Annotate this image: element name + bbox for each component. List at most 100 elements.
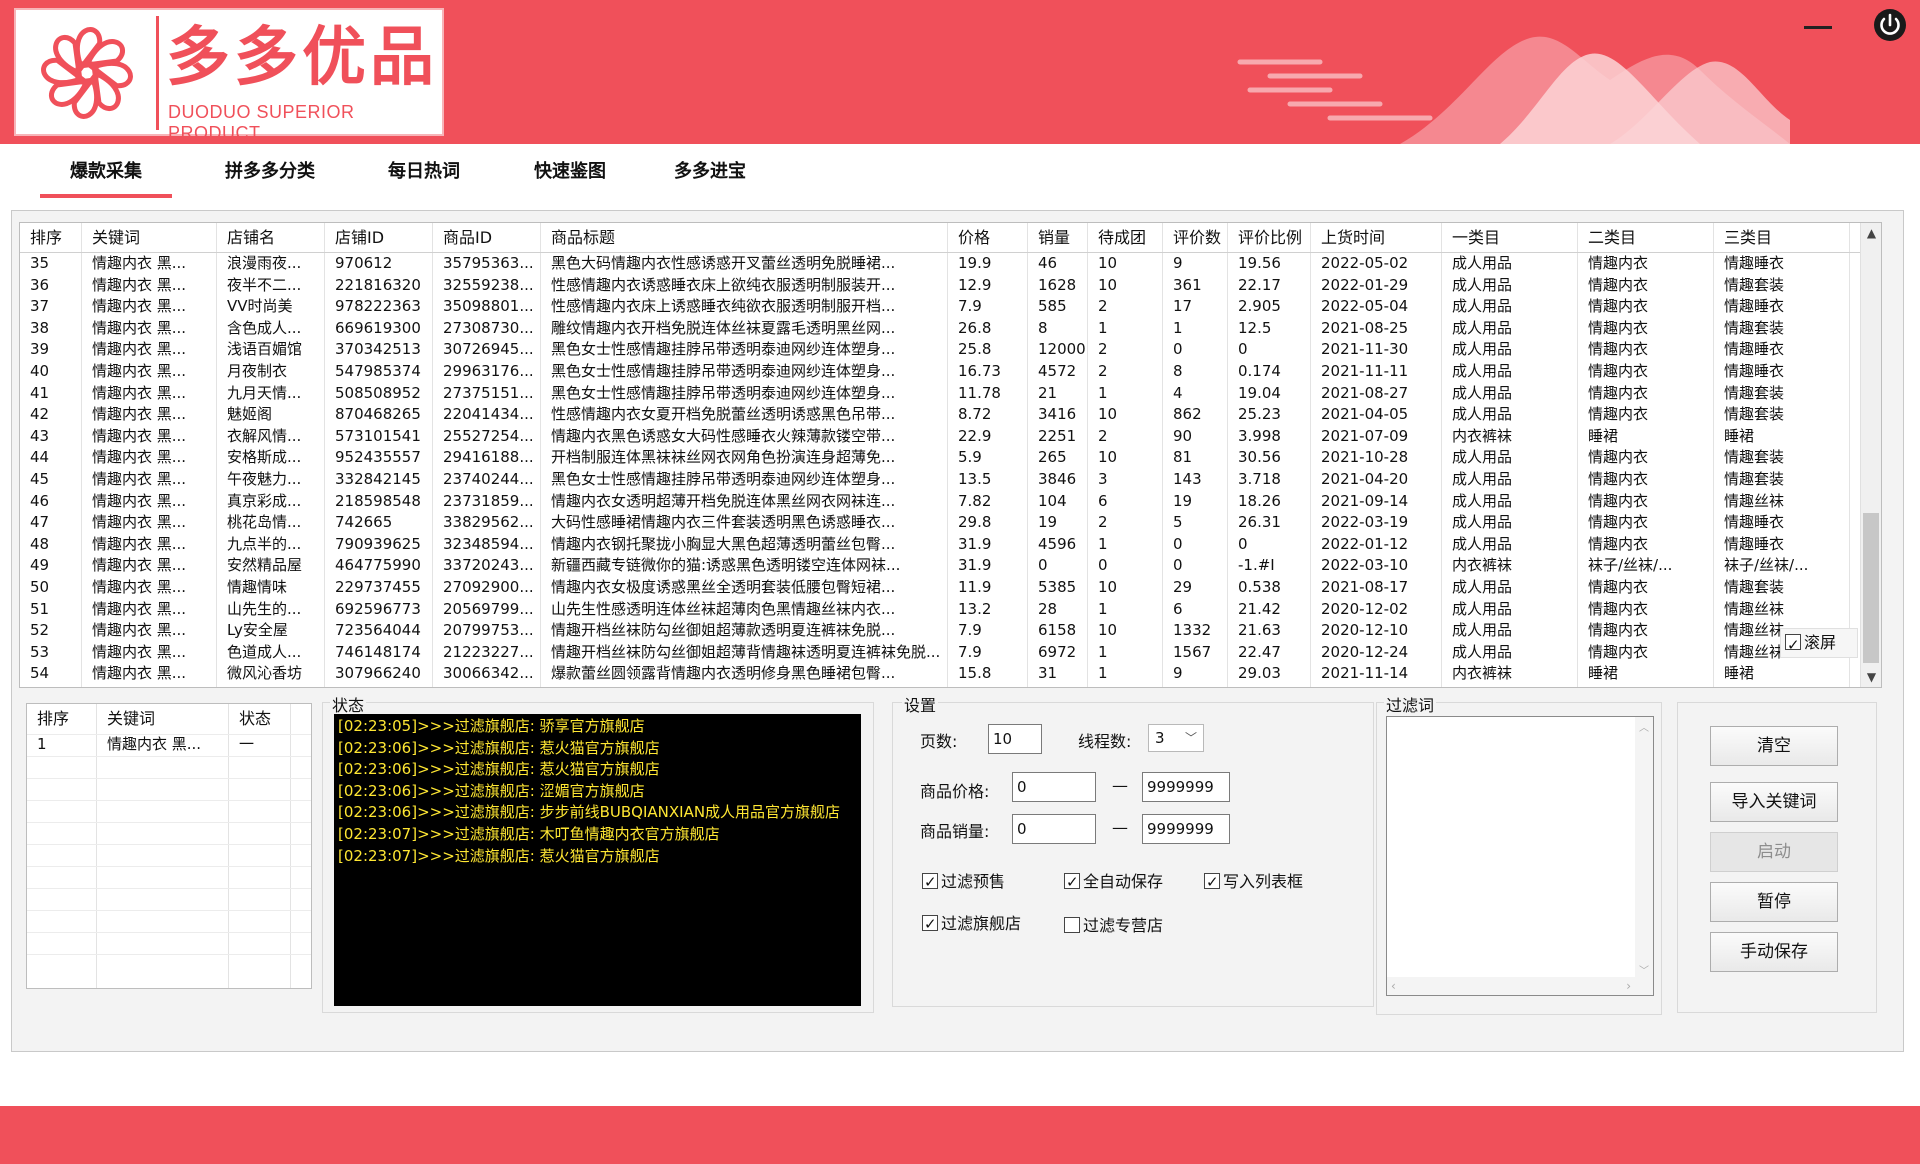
cell-pending-group: 10 xyxy=(1098,275,1118,294)
tab-duoduo-jinbao[interactable]: 多多进宝 xyxy=(650,150,770,198)
cell-review-ratio: 29.03 xyxy=(1238,664,1281,683)
minimize-button[interactable] xyxy=(1800,14,1836,38)
col-header-shop-id[interactable]: 店铺ID xyxy=(325,223,433,253)
threads-select[interactable]: 3 ﹀ xyxy=(1148,724,1204,752)
cell-pending-group: 1 xyxy=(1098,534,1108,553)
table-row[interactable]: 35 情趣内衣 黑... 浪漫雨夜... 970612 35795363... 黑色大码情… xyxy=(20,253,1860,275)
table-row[interactable]: 45 情趣内衣 黑... 午夜魅力... 332842145 23740244... 黑色… xyxy=(20,469,1860,491)
log-line: [02:23:06]>>>过滤旗舰店: 惹火猫官方旗舰店 xyxy=(338,760,660,779)
filter-flagship-checkbox[interactable]: 过滤旗舰店 xyxy=(922,912,1021,936)
cell-product-title: 开档制服连体黑袜袜丝网衣网角色扮演连身超薄免... xyxy=(551,448,896,467)
col-header-sales[interactable]: 销量 xyxy=(1028,223,1088,253)
cell-product-id: 27308730... xyxy=(443,318,534,337)
table-row[interactable]: 47 情趣内衣 黑... 桃花岛情... 742665 33829562... 大码性感睡… xyxy=(20,512,1860,534)
auto-save-checkbox[interactable]: 全自动保存 xyxy=(1064,870,1163,894)
col-header-review-count[interactable]: 评价数 xyxy=(1163,223,1228,253)
table-row[interactable]: 48 情趣内衣 黑... 九点半的... 790939625 32348594... 情趣… xyxy=(20,534,1860,556)
sales-max-input[interactable]: 9999999 xyxy=(1142,814,1230,844)
col-header-category-3[interactable]: 三类目 xyxy=(1714,223,1850,253)
scroll-down-icon[interactable]: ﹀ xyxy=(1635,962,1653,977)
filter-group-label: 过滤词 xyxy=(1384,692,1437,716)
price-min-input[interactable]: 0 xyxy=(1012,772,1096,802)
table-row[interactable]: 49 情趣内衣 黑... 安然精品屋 464775990 33720243... 新疆西藏… xyxy=(20,555,1860,577)
keyword-col-index[interactable]: 排序 xyxy=(27,704,97,734)
pause-button[interactable]: 暂停 xyxy=(1710,882,1838,922)
filter-hscroll[interactable]: ‹ › xyxy=(1387,977,1653,995)
col-header-price[interactable]: 价格 xyxy=(948,223,1028,253)
results-scrollbar[interactable]: ▲ ▼ xyxy=(1860,223,1881,687)
logo: 多多优品 DUODUO SUPERIOR PRODUCT xyxy=(14,8,444,143)
scroll-up-icon[interactable]: ▲ xyxy=(1861,223,1881,243)
cell-keyword: 情趣内衣 黑... xyxy=(92,513,187,532)
table-row[interactable]: 43 情趣内衣 黑... 衣解风情... 573101541 25527254... 情趣… xyxy=(20,426,1860,448)
filter-vscroll[interactable]: ︿ ﹀ xyxy=(1635,717,1653,979)
cell-pending-group: 1 xyxy=(1098,642,1108,661)
clear-button[interactable]: 清空 xyxy=(1710,726,1838,766)
tab-pdd-category[interactable]: 拼多多分类 xyxy=(200,150,340,198)
write-list-checkbox[interactable]: 写入列表框 xyxy=(1204,870,1303,894)
tab-hot-collect[interactable]: 爆款采集 xyxy=(40,150,172,198)
col-header-listing-time[interactable]: 上货时间 xyxy=(1311,223,1442,253)
cell-index: 51 xyxy=(30,599,50,618)
table-row[interactable]: 42 情趣内衣 黑... 魅姬阁 870468265 22041434... 性感情趣内衣… xyxy=(20,404,1860,426)
table-row[interactable]: 40 情趣内衣 黑... 月夜制衣 547985374 29963176... 黑色女士性… xyxy=(20,361,1860,383)
table-row[interactable]: 36 情趣内衣 黑... 夜半不二... 221816320 32559238... 性感… xyxy=(20,275,1860,297)
start-button[interactable]: 启动 xyxy=(1710,832,1838,872)
tab-quick-image-check[interactable]: 快速鉴图 xyxy=(510,150,630,198)
table-row[interactable]: 44 情趣内衣 黑... 安格斯成... 952435557 29416188... 开档… xyxy=(20,447,1860,469)
col-header-product-title[interactable]: 商品标题 xyxy=(541,223,948,253)
col-header-category-1[interactable]: 一类目 xyxy=(1442,223,1578,253)
scroll-screen-label: 滚屏 xyxy=(1804,633,1837,652)
manual-save-button[interactable]: 手动保存 xyxy=(1710,932,1838,972)
table-row[interactable]: 50 情趣内衣 黑... 情趣情味 229737455 27092900... 情趣内衣女… xyxy=(20,577,1860,599)
power-icon[interactable] xyxy=(1873,8,1907,42)
col-header-category-2[interactable]: 二类目 xyxy=(1578,223,1714,253)
checkbox-box xyxy=(1064,917,1080,933)
col-header-pending-group[interactable]: 待成团 xyxy=(1088,223,1163,253)
table-row[interactable]: 38 情趣内衣 黑... 含色成人... 669619300 27308730... 雕纹… xyxy=(20,318,1860,340)
cell-pending-group: 2 xyxy=(1098,297,1108,316)
table-row[interactable]: 53 情趣内衣 黑... 色道成人... 746148174 21223227... 情趣… xyxy=(20,642,1860,664)
table-row[interactable]: 39 情趣内衣 黑... 浅语百媚馆 370342513 30726945... 黑色女士… xyxy=(20,339,1860,361)
tab-daily-hot-words[interactable]: 每日热词 xyxy=(364,150,484,198)
keyword-col-status[interactable]: 状态 xyxy=(229,704,291,734)
scroll-up-icon[interactable]: ︿ xyxy=(1635,719,1653,734)
price-max-input[interactable]: 9999999 xyxy=(1142,772,1230,802)
table-row[interactable]: 54 情趣内衣 黑... 微风沁香坊 307966240 30066342... 爆款蕾丝… xyxy=(20,663,1860,685)
table-row[interactable]: 51 情趣内衣 黑... 山先生的... 692596773 20569799... 山先… xyxy=(20,599,1860,621)
filter-specialty-checkbox[interactable]: 过滤专营店 xyxy=(1064,914,1163,938)
filter-words-textarea[interactable]: ︿ ﹀ ‹ › xyxy=(1386,716,1654,996)
scroll-thumb[interactable] xyxy=(1863,513,1879,663)
keyword-table[interactable]: 排序 关键词 状态 1 情趣内衣 黑... 一 xyxy=(26,703,312,989)
results-table[interactable]: 排序 关键词 店铺名 店铺ID 商品ID 商品标题 价格 销量 待成团 评价数 评价比例 上货时间 一类… xyxy=(19,222,1882,688)
cell-price: 31.9 xyxy=(958,556,992,575)
sales-min-input[interactable]: 0 xyxy=(1012,814,1096,844)
scroll-left-icon[interactable]: ‹ xyxy=(1391,977,1396,995)
cell-product-title: 大码性感睡裙情趣内衣三件套装透明黑色诱惑睡衣... xyxy=(551,513,896,532)
cell-category-2: 情趣内衣 xyxy=(1588,383,1649,402)
col-header-shop-name[interactable]: 店铺名 xyxy=(217,223,325,253)
table-row[interactable]: 37 情趣内衣 黑... VV时尚美 978222363 35098801... 性感情趣… xyxy=(20,296,1860,318)
table-row[interactable]: 46 情趣内衣 黑... 真京彩成... 218598548 23731859... 情趣… xyxy=(20,491,1860,513)
status-log[interactable]: [02:23:05]>>>过滤旗舰店: 骄享官方旗舰店 [02:23:06]>>>… xyxy=(334,714,861,1006)
scroll-down-icon[interactable]: ▼ xyxy=(1861,667,1881,687)
col-header-keyword[interactable]: 关键词 xyxy=(82,223,217,253)
cell-category-1: 内衣裤袜 xyxy=(1452,664,1513,683)
cell-category-1: 成人用品 xyxy=(1452,340,1513,359)
keyword-row[interactable]: 1 情趣内衣 黑... 一 xyxy=(27,734,313,756)
col-header-product-id[interactable]: 商品ID xyxy=(433,223,541,253)
table-row[interactable]: 52 情趣内衣 黑... Ly安全屋 723564044 20799753... 情趣开档… xyxy=(20,620,1860,642)
import-keywords-button[interactable]: 导入关键词 xyxy=(1710,782,1838,822)
pages-input[interactable]: 10 xyxy=(988,724,1042,754)
scroll-screen-checkbox[interactable]: 滚屏 xyxy=(1780,628,1858,659)
col-header-review-ratio[interactable]: 评价比例 xyxy=(1228,223,1311,253)
col-header-index[interactable]: 排序 xyxy=(20,223,82,253)
cell-review-ratio: 2.905 xyxy=(1238,297,1281,316)
keyword-col-keyword[interactable]: 关键词 xyxy=(97,704,229,734)
cell-review-ratio: 3.998 xyxy=(1238,426,1281,445)
filter-presale-checkbox[interactable]: 过滤预售 xyxy=(922,870,1005,894)
cell-index: 49 xyxy=(30,556,50,575)
table-row[interactable]: 41 情趣内衣 黑... 九月天情... 508508952 27375151... 黑色… xyxy=(20,383,1860,405)
scroll-right-icon[interactable]: › xyxy=(1626,977,1631,995)
cell-category-1: 内衣裤袜 xyxy=(1452,556,1513,575)
